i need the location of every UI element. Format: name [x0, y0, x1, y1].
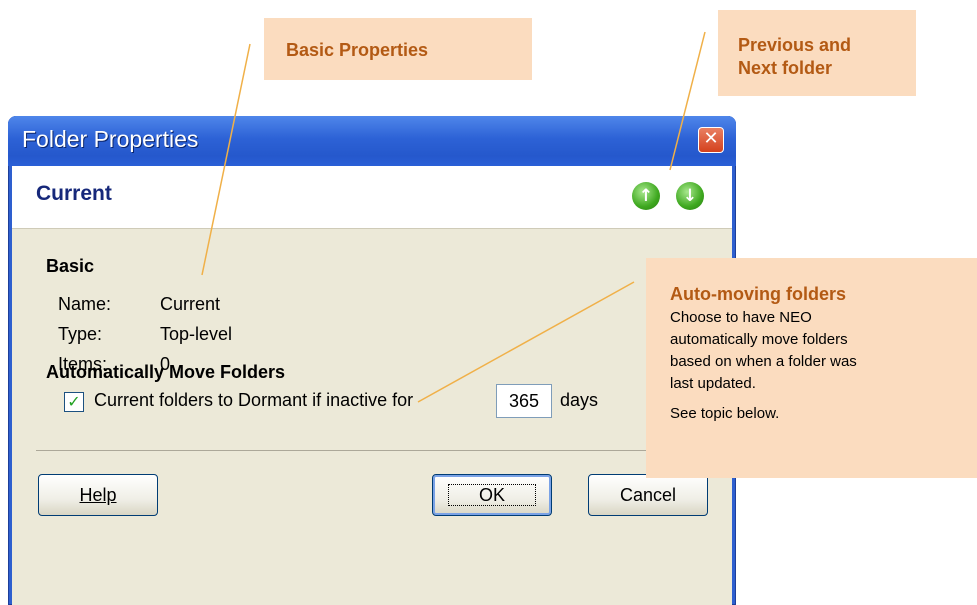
leader-line-auto	[417, 281, 635, 403]
leader-line-prev-next	[669, 31, 706, 171]
leader-line-basic	[201, 43, 251, 276]
callout-leader-lines	[201, 31, 706, 403]
